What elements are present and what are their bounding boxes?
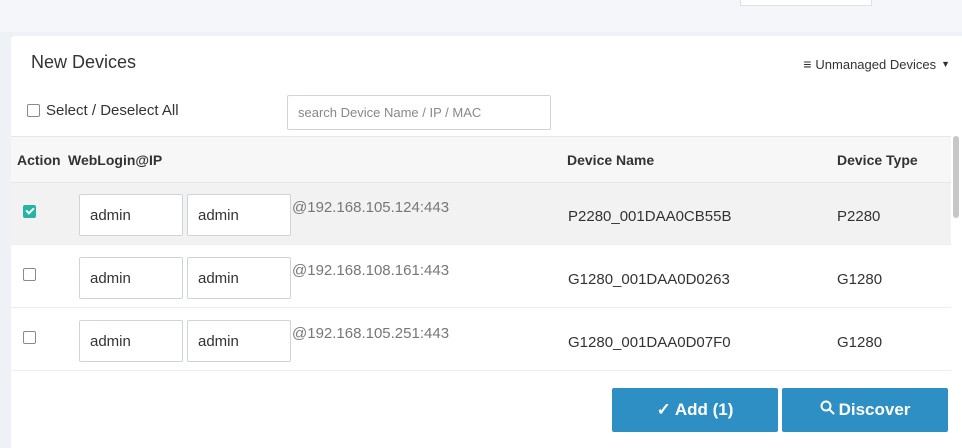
- ip-address: @192.168.108.161:443: [292, 262, 450, 279]
- password-input[interactable]: [187, 194, 291, 236]
- username-input[interactable]: [79, 257, 183, 299]
- header-device-name: Device Name: [567, 152, 655, 168]
- search-icon: [820, 400, 835, 420]
- unmanaged-devices-menu[interactable]: ≡ Unmanaged Devices ▼: [803, 56, 950, 72]
- select-all-toggle[interactable]: Select / Deselect All: [27, 102, 179, 119]
- table-header: Action WebLogin@IP Device Name Device Ty…: [11, 136, 951, 183]
- device-type: P2280: [837, 208, 881, 225]
- ip-address: @192.168.105.251:443: [292, 325, 450, 342]
- username-input[interactable]: [79, 194, 183, 236]
- username-input[interactable]: [79, 320, 183, 362]
- scrollbar-thumb[interactable]: [953, 136, 959, 218]
- unmanaged-devices-label: Unmanaged Devices: [815, 56, 937, 72]
- check-icon: ✓: [656, 400, 671, 419]
- hamburger-icon: ≡: [803, 56, 812, 72]
- header-action: Action: [17, 152, 61, 168]
- table-row: : @192.168.105.251:443 G1280_001DAA0D07F…: [11, 309, 951, 371]
- panel-title: New Devices: [31, 52, 137, 72]
- discover-button[interactable]: Discover: [782, 388, 948, 432]
- table-row: : @192.168.108.161:443 G1280_001DAA0D026…: [11, 246, 951, 308]
- device-type: G1280: [837, 271, 883, 288]
- password-input[interactable]: [187, 320, 291, 362]
- new-devices-panel: New Devices ≡ Unmanaged Devices ▼ Select…: [11, 36, 962, 448]
- caret-down-icon: ▼: [941, 59, 950, 69]
- header-device-type: Device Type: [837, 152, 918, 168]
- ip-address: @192.168.105.124:443: [292, 199, 450, 216]
- discover-button-label: Discover: [838, 400, 911, 419]
- table-row: : @192.168.105.124:443 P2280_001DAA0CB55…: [11, 183, 951, 245]
- device-name: G1280_001DAA0D0263: [568, 271, 730, 288]
- device-name: G1280_001DAA0D07F0: [568, 334, 731, 351]
- row-checkbox[interactable]: [23, 205, 36, 218]
- row-checkbox[interactable]: [23, 331, 36, 344]
- select-all-label: Select / Deselect All: [46, 102, 179, 119]
- search-input[interactable]: [287, 95, 551, 130]
- top-widget: [740, 0, 872, 6]
- device-name: P2280_001DAA0CB55B: [568, 208, 732, 225]
- password-input[interactable]: [187, 257, 291, 299]
- add-button[interactable]: ✓ Add (1): [612, 388, 778, 432]
- header-weblogin: WebLogin@IP: [68, 152, 163, 168]
- row-checkbox[interactable]: [23, 268, 36, 281]
- add-button-label: Add (1): [674, 400, 734, 419]
- device-type: G1280: [837, 334, 883, 351]
- select-all-checkbox[interactable]: [27, 104, 40, 117]
